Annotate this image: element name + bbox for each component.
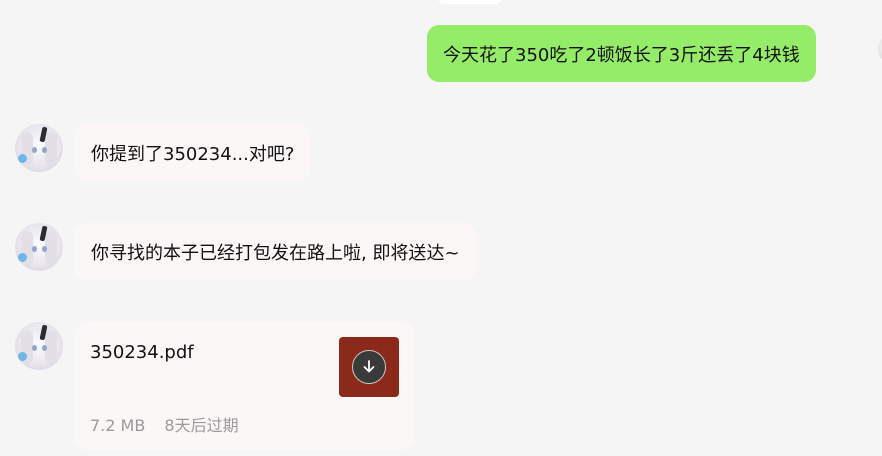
- outgoing-message-bubble[interactable]: 今天花了350吃了2顿饭长了3斤还丢了4块钱: [427, 25, 816, 82]
- message-text: 今天花了350吃了2顿饭长了3斤还丢了4块钱: [443, 44, 800, 66]
- file-type-icon[interactable]: [339, 337, 399, 397]
- self-avatar[interactable]: [878, 34, 882, 64]
- message-text: 你提到了350234...对吧?: [91, 143, 295, 165]
- file-expiry: 8天后过期: [164, 416, 239, 435]
- contact-avatar[interactable]: [15, 322, 63, 370]
- download-icon[interactable]: [352, 350, 386, 384]
- incoming-message-bubble[interactable]: 你提到了350234...对吧?: [75, 124, 311, 181]
- file-message-card[interactable]: 350234.pdf 7.2 MB 8天后过期: [75, 322, 414, 450]
- contact-avatar[interactable]: [15, 223, 63, 271]
- previous-message-edge: [438, 0, 502, 4]
- file-name: 350234.pdf: [90, 342, 194, 363]
- message-text: 你寻找的本子已经打包发在路上啦, 即将送达~: [91, 242, 460, 264]
- file-size: 7.2 MB: [90, 416, 146, 435]
- file-meta: 7.2 MB 8天后过期: [90, 412, 239, 436]
- incoming-message-bubble[interactable]: 你寻找的本子已经打包发在路上啦, 即将送达~: [75, 223, 476, 280]
- contact-avatar[interactable]: [15, 124, 63, 172]
